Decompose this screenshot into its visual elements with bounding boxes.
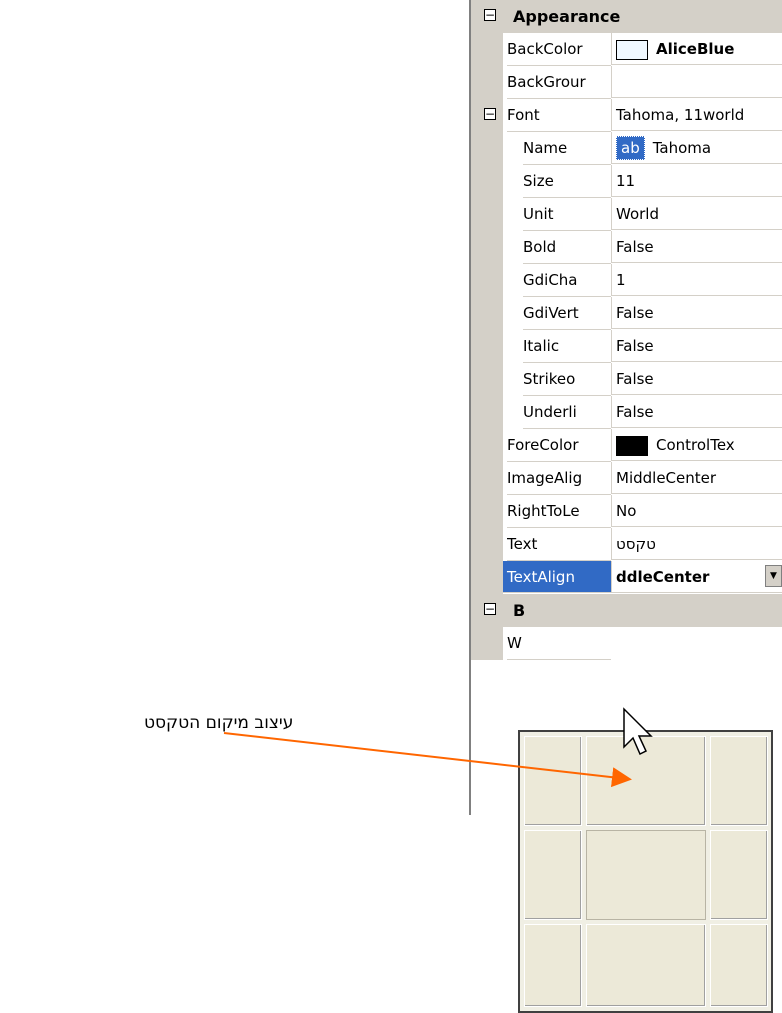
arrow-line (223, 732, 632, 788)
annotation-arrow (223, 707, 653, 788)
align-bottom-left-button[interactable] (524, 924, 582, 1007)
align-middle-center-button[interactable] (586, 830, 706, 920)
mouse-cursor-icon (623, 707, 653, 756)
align-bottom-center-button[interactable] (586, 924, 706, 1007)
align-middle-right-button[interactable] (710, 830, 768, 920)
align-middle-left-button[interactable] (524, 830, 582, 920)
align-bottom-right-button[interactable] (710, 924, 768, 1007)
